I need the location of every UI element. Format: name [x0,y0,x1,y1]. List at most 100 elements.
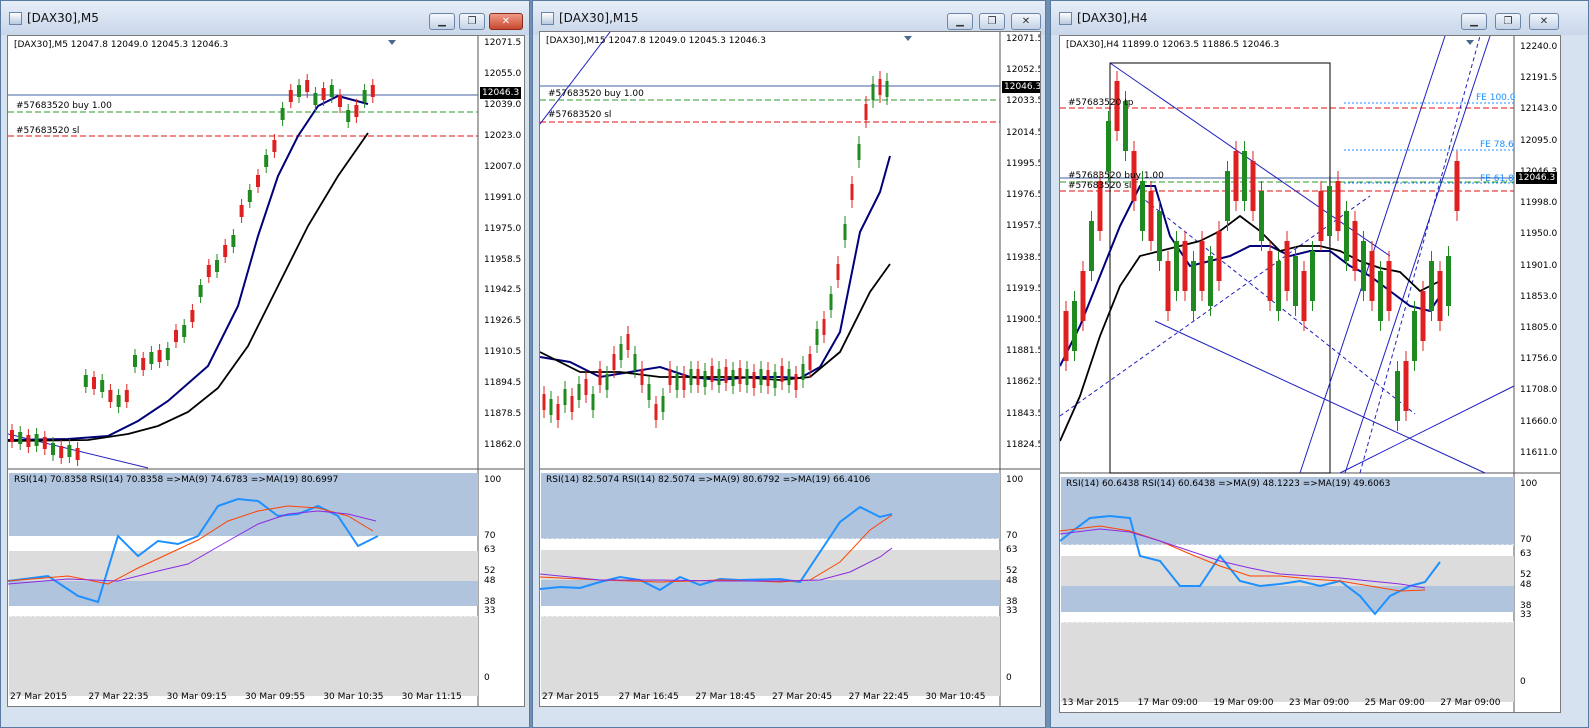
time-tick-label: 27 Mar 20:45 [772,692,833,702]
axis-tick-label: 12055.0 [484,68,522,79]
candle-body [1429,261,1434,311]
candle-body [198,285,203,297]
close-button[interactable]: ✕ [489,13,523,30]
rsi-level-label: 63 [484,545,496,555]
candle-body [1352,221,1358,271]
axis-tick-label: 11660.0 [1520,416,1558,427]
candle-body [1123,101,1128,151]
axis-tick-label: 11991.0 [484,192,522,203]
candle-body [190,310,195,322]
rsi-level-label: 52 [1520,570,1532,580]
axis-tick-label: 11901.0 [1520,260,1558,271]
candle-body [640,369,644,385]
candle-body [239,205,244,217]
candle-body [752,372,756,388]
candle-body [1361,241,1366,291]
chart-area[interactable]: [DAX30],H4 11899.0 12063.5 11886.5 12046… [1059,35,1561,713]
order-buy-label[interactable]: #57683520 buy 1.00 [1068,171,1164,181]
chart-canvas[interactable] [540,32,1041,707]
candle-body [1378,271,1383,321]
price-axis: 12240.0 12191.5 12143.0 12095.0 12046.3 11998… [1518,36,1560,473]
candle-body [108,390,113,402]
time-tick-label: 30 Mar 11:15 [401,692,462,702]
minimize-button[interactable]: ▁ [1461,13,1487,30]
rsi-level-label: 48 [484,576,496,586]
axis-tick-label: 11805.0 [1520,322,1558,333]
minimize-button[interactable]: ▁ [947,13,973,30]
candle-body [83,375,88,387]
time-axis: 13 Mar 2015 17 Mar 09:00 19 Mar 09:00 23 Ma… [1060,696,1514,712]
order-tp-label[interactable]: #57683520 tp [1068,98,1133,108]
fe-label: FE 78.6 [1480,140,1514,150]
candle-body [1165,261,1171,311]
time-tick-label: 19 Mar 09:00 [1213,698,1274,708]
chart-canvas[interactable] [1060,36,1561,713]
candle-body [542,394,546,410]
candle-body [67,445,72,457]
time-tick-label: 27 Mar 09:00 [1440,698,1501,708]
restore-button[interactable]: ❐ [1495,13,1521,30]
candle-body [92,377,96,389]
candle-body [297,85,301,97]
title-bar[interactable]: [DAX30],M15 ▁ ❐ ✕ [533,1,1045,35]
close-button[interactable]: ✕ [1529,13,1559,30]
order-sl-label[interactable]: #57683520 sl [16,126,79,136]
chart-window-m15[interactable]: [DAX30],M15 ▁ ❐ ✕ [DAX30],M15 12047.8 12… [532,0,1046,728]
candle-body [857,144,861,160]
close-button[interactable]: ✕ [1011,13,1041,30]
candle-body [1182,241,1188,291]
axis-tick-label: 12071.5 [484,38,522,48]
chart-header: [DAX30],M15 12047.8 12049.0 12045.3 1204… [546,36,766,46]
restore-button[interactable]: ❐ [459,13,485,30]
candle-body [10,430,14,442]
candle-body [1106,121,1111,171]
restore-button[interactable]: ❐ [979,13,1005,30]
chart-window-h4[interactable]: [DAX30],H4 ▁ ❐ ✕ [DAX30],H4 11899.0 1206… [1050,0,1589,728]
fe-label: FE 100.0 [1476,93,1516,103]
candle-body [591,394,595,410]
candle-body [787,369,791,385]
rsi-level-label: 70 [484,531,496,541]
axis-tick-label: 11950.0 [1520,229,1558,240]
candle-body [321,88,326,100]
order-sl-label[interactable]: #57683520 sl [548,110,611,120]
candle-body [759,369,763,385]
candle-body [836,264,840,280]
chart-area[interactable]: [DAX30],M15 12047.8 12049.0 12045.3 1204… [539,31,1041,707]
candle-body [1191,261,1196,311]
candle-body [1293,256,1298,306]
chart-area[interactable]: [DAX30],M5 12047.8 12049.0 12045.3 12046… [7,35,525,707]
candle-body [346,110,351,122]
candle-body [570,396,574,412]
order-sl-label[interactable]: #57683520 sl [1068,181,1131,191]
axis-tick-label: 11900.5 [1006,314,1041,325]
candle-body [18,432,23,444]
candle-body [100,380,105,392]
axis-tick-label: 11611.0 [1520,447,1558,458]
chart-canvas[interactable] [8,36,525,707]
candle-body [256,175,260,187]
axis-tick-label: 12071.5 [1006,34,1041,44]
candle-body [182,325,187,337]
candle-body [731,370,735,386]
minimize-button[interactable]: ▁ [429,13,455,30]
chart-header: [DAX30],H4 11899.0 12063.5 11886.5 12046… [1066,40,1280,50]
candle-body [1276,261,1281,311]
title-bar[interactable]: [DAX30],M5 ▁ ❐ ✕ [1,1,529,35]
axis-tick-label: 12033.5 [1006,96,1041,107]
candle-body [801,364,805,380]
axis-tick-label: 11957.5 [1006,221,1041,232]
candle-body [116,395,121,407]
candle-body [247,190,252,202]
axis-tick-label: 11878.5 [484,409,522,420]
candle-body [370,85,375,97]
order-buy-label[interactable]: #57683520 buy 1.00 [16,101,112,111]
order-buy-label[interactable]: #57683520 buy 1.00 [548,89,644,99]
chart-window-m5[interactable]: [DAX30],M5 ▁ ❐ ✕ [DAX30],M5 12047.8 1204… [0,0,530,728]
candle-body [829,294,833,310]
candle-body [42,437,47,449]
window-title: [DAX30],M15 [559,11,639,25]
rsi-level-label: 33 [484,606,496,616]
title-bar[interactable]: [DAX30],H4 ▁ ❐ ✕ [1051,1,1588,35]
axis-tick-label: 11910.5 [484,347,522,358]
